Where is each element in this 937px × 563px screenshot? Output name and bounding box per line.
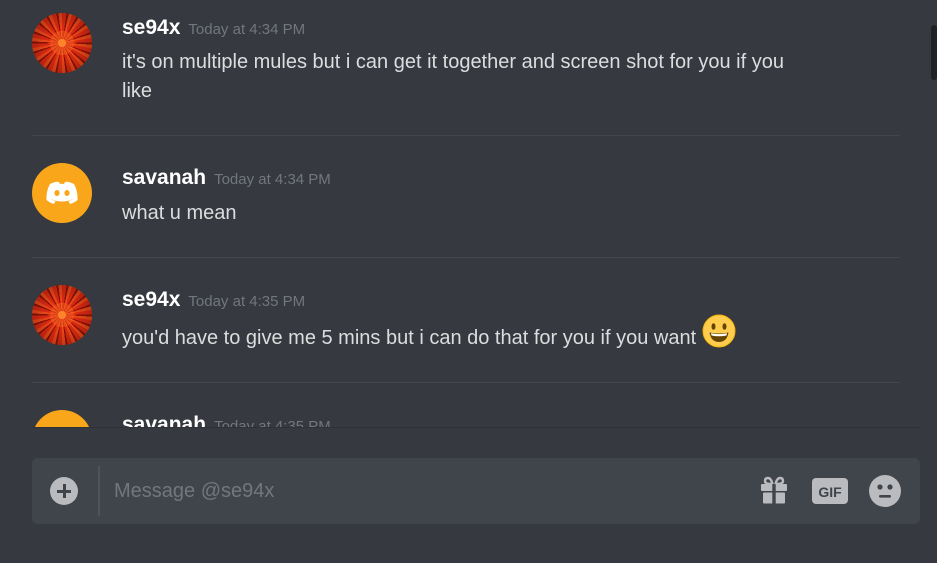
add-attachment-icon[interactable] [50, 477, 78, 505]
message-text: you'd have to give me 5 mins but i can d… [122, 314, 882, 357]
smiley-emoji [702, 314, 736, 357]
message-input[interactable] [114, 476, 714, 506]
username[interactable]: savanah [122, 166, 206, 189]
scrollbar-thumb[interactable] [931, 25, 937, 80]
emoji-picker-icon[interactable] [868, 474, 902, 513]
message-line: it's on multiple mules but i can get it … [122, 51, 784, 73]
discord-logo-icon [46, 181, 78, 204]
gift-icon[interactable] [759, 475, 789, 510]
message-header: se94x Today at 4:34 PM [122, 16, 305, 40]
message-header: savanah Today at 4:34 PM [122, 166, 331, 190]
svg-text:GIF: GIF [818, 484, 842, 500]
composer-divider [32, 427, 920, 428]
gif-icon[interactable]: GIF [812, 478, 848, 509]
username[interactable]: se94x [122, 288, 180, 311]
message-list: se94x Today at 4:34 PM it's on multiple m… [0, 0, 937, 428]
avatar[interactable] [32, 410, 92, 428]
timestamp: Today at 4:34 PM [188, 21, 306, 38]
username[interactable]: savanah [122, 413, 206, 428]
message: savanah Today at 4:35 PM [0, 383, 920, 428]
message-text: it's on multiple mules but i can get it … [122, 48, 842, 106]
message: se94x Today at 4:35 PM you'd have to give… [0, 258, 920, 382]
timestamp: Today at 4:35 PM [188, 293, 306, 310]
composer-separator [98, 466, 100, 516]
avatar[interactable] [32, 285, 92, 345]
message-header: savanah Today at 4:35 PM [122, 413, 331, 428]
message-header: se94x Today at 4:35 PM [122, 288, 305, 312]
username[interactable]: se94x [122, 16, 180, 39]
avatar[interactable] [32, 13, 92, 73]
message: se94x Today at 4:34 PM it's on multiple m… [0, 0, 920, 135]
message-text: what u mean [122, 202, 237, 224]
message-body: you'd have to give me 5 mins but i can d… [122, 326, 697, 349]
message: savanah Today at 4:34 PM what u mean [0, 136, 920, 257]
timestamp: Today at 4:34 PM [214, 171, 331, 188]
avatar[interactable] [32, 163, 92, 223]
message-composer: GIF [32, 458, 920, 524]
message-line: like [122, 80, 153, 102]
